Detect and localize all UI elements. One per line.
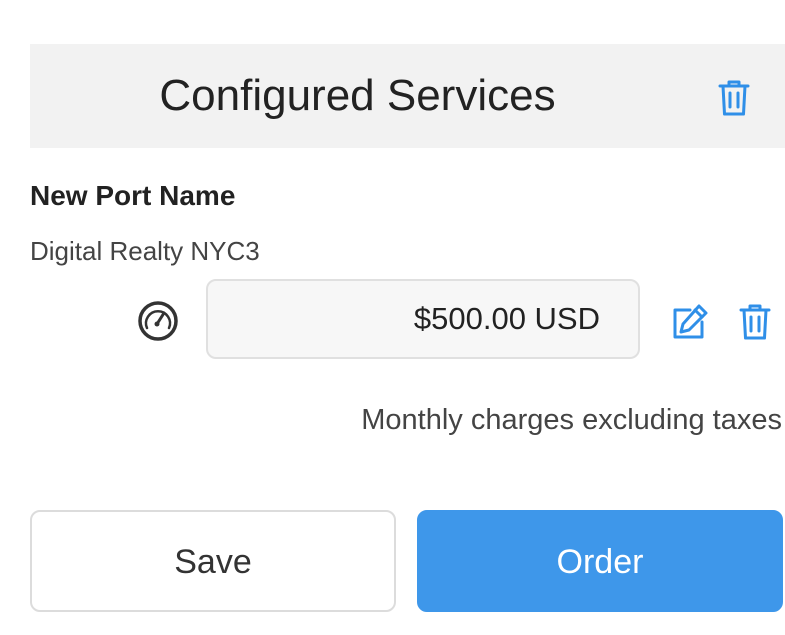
trash-icon <box>718 80 750 116</box>
price-value: $500.00 USD <box>413 301 600 336</box>
edit-service-button[interactable] <box>668 300 712 344</box>
charges-note: Monthly charges excluding taxes <box>361 404 782 436</box>
order-button[interactable]: Order <box>417 510 783 612</box>
configured-services-panel: Configured Services New Port Name Digita… <box>0 0 785 635</box>
monthly-price-display: $500.00 USD <box>206 279 640 359</box>
save-button[interactable]: Save <box>30 510 396 612</box>
port-location: Digital Realty NYC3 <box>30 236 260 266</box>
delete-service-button[interactable] <box>737 302 773 342</box>
clear-all-button[interactable] <box>716 78 752 118</box>
speedometer-icon <box>136 299 180 343</box>
trash-icon <box>739 304 771 340</box>
port-name: New Port Name <box>30 180 236 211</box>
edit-icon <box>673 304 708 339</box>
panel-title: Configured Services <box>159 71 556 120</box>
panel-header: Configured Services <box>30 44 785 148</box>
